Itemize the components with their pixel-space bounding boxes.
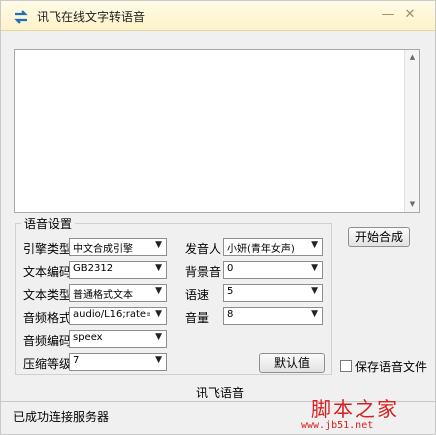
speed-value: 5 xyxy=(227,286,234,297)
voice-settings-title: 语音设置 xyxy=(21,215,76,232)
watermark-url: www.jb51.net xyxy=(301,420,374,431)
close-icon[interactable]: ✕ xyxy=(403,8,417,22)
speaker-value: 小妍(青年女声) xyxy=(227,244,295,255)
audio-encoding-label: 音频编码 xyxy=(23,334,72,348)
background-sound-label: 背景音 xyxy=(185,265,222,279)
compression-level-select[interactable]: 7 ▼ xyxy=(69,353,167,371)
footer-title: 讯飞语音 xyxy=(196,386,245,400)
volume-label: 音量 xyxy=(185,311,210,325)
text-input-area: ▲ ▼ xyxy=(14,49,420,213)
text-encoding-select[interactable]: GB2312 ▼ xyxy=(69,261,167,279)
volume-value: 8 xyxy=(227,309,234,320)
chevron-down-icon: ▼ xyxy=(311,263,318,273)
save-audio-label: 保存语音文件 xyxy=(355,360,428,374)
chevron-down-icon: ▼ xyxy=(155,309,162,319)
app-window: 讯飞在线文字转语音 — ✕ ▲ ▼ 语音设置 引擎类型 中文合成引擎 ▼ 发音人… xyxy=(0,0,436,435)
title-bar: 讯飞在线文字转语音 — ✕ xyxy=(1,1,435,31)
vertical-scrollbar[interactable]: ▲ ▼ xyxy=(404,50,419,212)
watermark-logo-text: 脚本之家 xyxy=(311,397,399,421)
chevron-down-icon: ▼ xyxy=(311,286,318,296)
compression-level-value: 7 xyxy=(73,355,80,366)
chevron-down-icon: ▼ xyxy=(311,309,318,319)
speed-select[interactable]: 5 ▼ xyxy=(223,284,323,302)
window-title: 讯飞在线文字转语音 xyxy=(37,10,146,24)
default-values-button[interactable]: 默认值 xyxy=(259,353,325,373)
audio-encoding-value: speex xyxy=(73,332,103,343)
text-encoding-value: GB2312 xyxy=(73,263,114,274)
chevron-down-icon: ▼ xyxy=(155,240,162,250)
text-type-select[interactable]: 普通格式文本 ▼ xyxy=(69,284,167,302)
chevron-down-icon: ▼ xyxy=(311,240,318,250)
chevron-down-icon: ▼ xyxy=(155,263,162,273)
speaker-select[interactable]: 小妍(青年女声) ▼ xyxy=(223,238,323,256)
text-input[interactable] xyxy=(15,50,405,212)
text-type-value: 普通格式文本 xyxy=(73,290,133,301)
app-icon xyxy=(13,9,29,25)
chevron-down-icon: ▼ xyxy=(155,355,162,365)
engine-type-label: 引擎类型 xyxy=(23,242,72,256)
engine-type-select[interactable]: 中文合成引擎 ▼ xyxy=(69,238,167,256)
audio-format-select[interactable]: audio/L16;rate= ▼ xyxy=(69,307,167,325)
text-type-label: 文本类型 xyxy=(23,288,72,302)
scroll-up-icon[interactable]: ▲ xyxy=(405,50,420,65)
minimize-icon[interactable]: — xyxy=(381,8,395,22)
chevron-down-icon: ▼ xyxy=(155,332,162,342)
audio-format-value: audio/L16;rate= xyxy=(73,309,150,320)
volume-select[interactable]: 8 ▼ xyxy=(223,307,323,325)
status-text: 已成功连接服务器 xyxy=(13,410,110,424)
audio-encoding-select[interactable]: speex ▼ xyxy=(69,330,167,348)
text-encoding-label: 文本编码 xyxy=(23,265,72,279)
speaker-label: 发音人 xyxy=(185,242,222,256)
save-audio-checkbox[interactable] xyxy=(340,360,352,372)
background-sound-select[interactable]: 0 ▼ xyxy=(223,261,323,279)
start-synthesis-button[interactable]: 开始合成 xyxy=(348,227,410,247)
background-sound-value: 0 xyxy=(227,263,234,274)
compression-level-label: 压缩等级 xyxy=(23,357,72,371)
scroll-down-icon[interactable]: ▼ xyxy=(405,197,420,212)
audio-format-label: 音频格式 xyxy=(23,311,72,325)
chevron-down-icon: ▼ xyxy=(155,286,162,296)
speed-label: 语速 xyxy=(185,288,210,302)
engine-type-value: 中文合成引擎 xyxy=(73,244,133,255)
